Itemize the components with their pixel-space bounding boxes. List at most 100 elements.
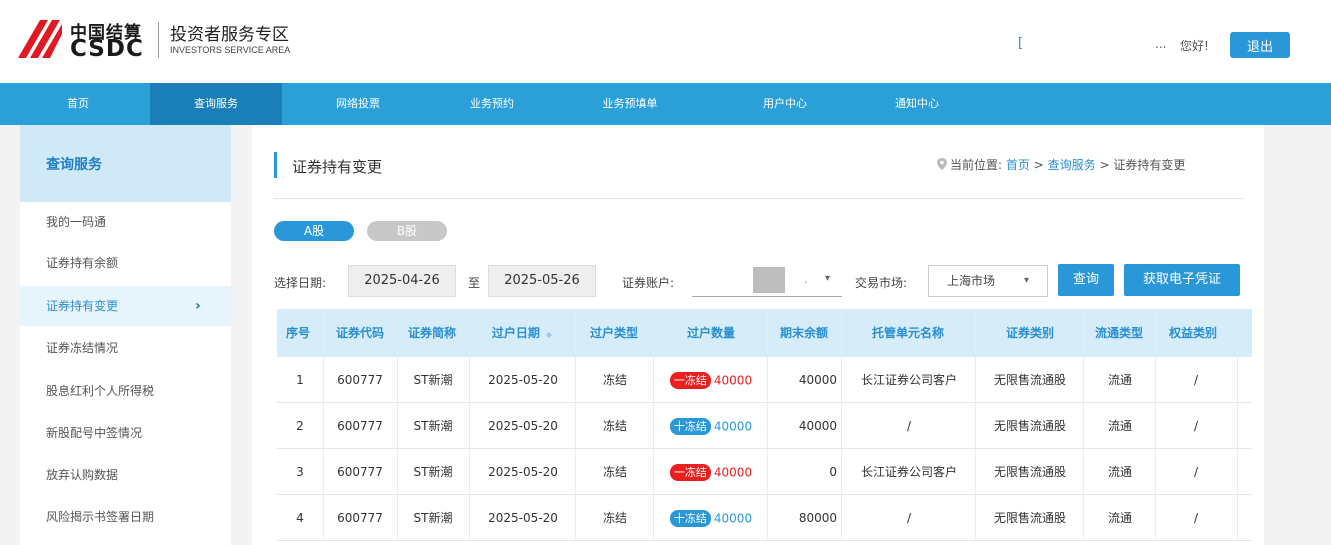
sidebar-title: 查询服务: [46, 157, 102, 173]
cell-equity: /: [1193, 373, 1199, 387]
breadcrumb: 当前位置: 首页 > 查询服务 > 证券持有变更: [937, 156, 1185, 173]
breadcrumb-home-link[interactable]: 首页: [1006, 158, 1030, 172]
chevron-right-icon: ›: [195, 298, 201, 314]
cell-circulation: 流通: [1107, 465, 1132, 479]
cell-type: 冻结: [602, 373, 627, 387]
right-margin: [1264, 125, 1331, 545]
cell-no: 3: [296, 465, 304, 479]
cell-custodian: /: [906, 419, 912, 433]
cell-name: ST新潮: [413, 465, 453, 479]
user-name-ellipsis: ...: [1155, 37, 1167, 51]
breadcrumb-section-link[interactable]: 查询服务: [1048, 158, 1096, 172]
brand-divider: [158, 22, 159, 58]
cell-circulation: 流通: [1107, 419, 1132, 433]
column-header-sortable[interactable]: 过户日期 ◆: [473, 309, 571, 357]
nav-item-voting[interactable]: 网络投票: [318, 83, 398, 125]
cell-code: 600777: [337, 373, 383, 387]
brand-name-en: CSDC: [70, 36, 144, 62]
column-header: 期末余额: [779, 326, 828, 340]
greeting-text: 您好!: [1180, 39, 1209, 53]
location-pin-icon: [937, 158, 947, 170]
cell-name: ST新潮: [413, 419, 453, 433]
sidebar-item-waived-subscription[interactable]: 放弃认购数据: [20, 455, 231, 495]
cell-equity: /: [1193, 465, 1199, 479]
cell-type: 冻结: [602, 419, 627, 433]
cell-balance: 80000: [798, 511, 837, 525]
column-header: 托管单元名称: [871, 326, 944, 340]
user-name: [: [1018, 36, 1024, 51]
freeze-decrease-badge: 一冻结: [669, 372, 711, 389]
account-select[interactable]: . ▾: [692, 265, 842, 297]
cell-type: 冻结: [602, 511, 627, 525]
service-area-subtitle: INVESTORS SERVICE AREA: [170, 45, 291, 55]
cell-balance: 40000: [798, 373, 837, 387]
service-area-title: 投资者服务专区: [170, 25, 289, 45]
quantity-value: 40000: [713, 373, 753, 388]
main-panel: 证券持有变更 当前位置: 首页 > 查询服务 > 证券持有变更 A股 B股 选择…: [252, 125, 1264, 545]
table-row: 2 600777 ST新潮 2025-05-20 冻结 十冻结 40000 400…: [277, 403, 1252, 449]
market-label: 交易市场:: [855, 276, 908, 290]
cell-balance: 0: [829, 465, 837, 479]
cell-code: 600777: [337, 511, 383, 525]
table-row: 1 600777 ST新潮 2025-05-20 冻结 一冻结 40000 400…: [277, 357, 1252, 403]
csdc-logo-icon: [18, 20, 62, 58]
cell-name: ST新潮: [413, 373, 453, 387]
breadcrumb-prefix: 当前位置:: [950, 158, 1003, 172]
cell-category: 无限售流通股: [993, 373, 1066, 387]
cell-equity: /: [1193, 419, 1199, 433]
nav-item-query[interactable]: 查询服务: [150, 83, 282, 125]
title-divider: [274, 198, 1244, 199]
market-select[interactable]: 上海市场 ▾: [928, 265, 1048, 297]
freeze-decrease-badge: 一冻结: [669, 464, 711, 481]
freeze-increase-badge: 十冻结: [669, 418, 711, 435]
cell-date: 2025-05-20: [488, 373, 558, 387]
sidebar-item-risk-disclosure[interactable]: 风险揭示书签署日期: [20, 497, 231, 537]
cell-circulation: 流通: [1107, 373, 1132, 387]
sort-icon[interactable]: ◆: [546, 330, 552, 339]
cell-equity: /: [1193, 511, 1199, 525]
tab-b-shares[interactable]: B股: [367, 221, 447, 241]
title-accent-bar: [274, 152, 277, 178]
sidebar-item-dividend-tax[interactable]: 股息红利个人所得税: [20, 371, 231, 411]
breadcrumb-current: 证券持有变更: [1113, 158, 1186, 172]
nav-item-notice[interactable]: 通知中心: [877, 83, 957, 125]
account-dot: .: [804, 273, 808, 286]
sidebar-item-holding-balance[interactable]: 证券持有余额: [20, 243, 231, 283]
query-button[interactable]: 查询: [1058, 264, 1114, 296]
cell-date: 2025-05-20: [488, 419, 558, 433]
top-header: 中国结算 CSDC 投资者服务专区 INVESTORS SERVICE AREA…: [0, 0, 1331, 83]
start-date-input[interactable]: 2025-04-26: [348, 265, 456, 297]
cell-quantity: 一冻结 40000: [655, 449, 767, 495]
breadcrumb-separator: >: [1099, 158, 1110, 172]
sidebar-item-holding-change[interactable]: 证券持有变更 ›: [20, 286, 231, 326]
end-date-input[interactable]: 2025-05-26: [488, 265, 596, 297]
nav-item-home[interactable]: 首页: [38, 83, 118, 125]
column-header: 权益类别: [1168, 326, 1217, 340]
sidebar-item-ipo-lottery[interactable]: 新股配号中签情况: [20, 413, 231, 453]
cell-category: 无限售流通股: [993, 511, 1066, 525]
nav-item-user-center[interactable]: 用户中心: [745, 83, 825, 125]
logout-button[interactable]: 退出: [1230, 32, 1290, 58]
tab-a-shares[interactable]: A股: [274, 221, 354, 241]
cell-custodian: 长江证券公司客户: [860, 373, 957, 387]
column-header: 证券简称: [407, 326, 456, 340]
main-nav: 首页 查询服务 网络投票 业务预约 业务预填单 用户中心 通知中心: [0, 83, 1331, 125]
column-header: 过户数量: [686, 326, 735, 340]
market-value: 上海市场: [947, 274, 996, 288]
get-voucher-button[interactable]: 获取电子凭证: [1124, 264, 1240, 296]
cell-quantity: 十冻结 40000: [655, 495, 767, 541]
table-row: 3 600777 ST新潮 2025-05-20 冻结 一冻结 40000 0 长…: [277, 449, 1252, 495]
cell-date: 2025-05-20: [488, 511, 558, 525]
quantity-value: 40000: [713, 419, 753, 434]
column-header: 过户类型: [589, 326, 638, 340]
cell-no: 2: [296, 419, 304, 433]
nav-item-prefill[interactable]: 业务预填单: [585, 83, 675, 125]
sidebar-item-frozen[interactable]: 证券冻结情况: [20, 328, 231, 368]
date-range-separator: 至: [468, 276, 481, 290]
freeze-increase-badge: 十冻结: [669, 510, 711, 527]
date-label: 选择日期:: [274, 276, 327, 290]
table-row: 4 600777 ST新潮 2025-05-20 冻结 十冻结 40000 800…: [277, 495, 1252, 541]
cell-date: 2025-05-20: [488, 465, 558, 479]
nav-item-appointment[interactable]: 业务预约: [452, 83, 532, 125]
sidebar-item-my-account[interactable]: 我的一码通: [20, 202, 231, 242]
